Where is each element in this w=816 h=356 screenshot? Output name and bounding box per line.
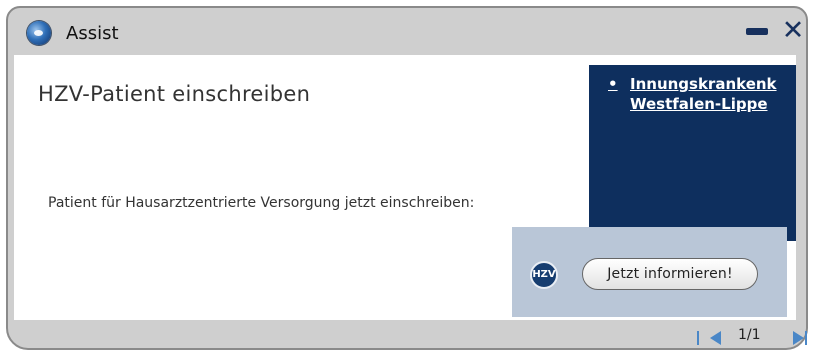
insurance-link-line1[interactable]: Innungskrankenk — [630, 75, 777, 93]
page-title: HZV-Patient einschreiben — [38, 82, 311, 106]
content-area: HZV-Patient einschreiben Patient für Hau… — [14, 55, 796, 320]
minimize-icon[interactable] — [746, 28, 768, 35]
insurance-panel: • Innungskrankenk Westfalen-Lippe — [589, 65, 796, 241]
hzv-ad-panel: HZV Jetzt informieren! — [512, 227, 787, 317]
close-icon[interactable]: ✕ — [781, 16, 805, 46]
page-indicator: 1/1 — [738, 327, 761, 343]
window-title: Assist — [66, 23, 119, 44]
insurance-link-line2[interactable]: Westfalen-Lippe — [630, 95, 768, 113]
description-text: Patient für Hausarztzentrierte Versorgun… — [48, 195, 475, 211]
inform-now-button[interactable]: Jetzt informieren! — [582, 258, 758, 290]
bullet-icon: • — [608, 75, 618, 93]
title-bar[interactable]: Assist ✕ — [8, 8, 806, 52]
insurance-link[interactable]: • Innungskrankenk Westfalen-Lippe — [608, 74, 796, 114]
hzv-logo-icon: HZV — [530, 261, 558, 289]
previous-page-icon[interactable] — [697, 331, 721, 345]
assist-window: Assist ✕ HZV-Patient einschreiben Patien… — [6, 6, 808, 350]
globe-icon — [27, 21, 51, 45]
next-page-icon[interactable] — [793, 331, 807, 345]
